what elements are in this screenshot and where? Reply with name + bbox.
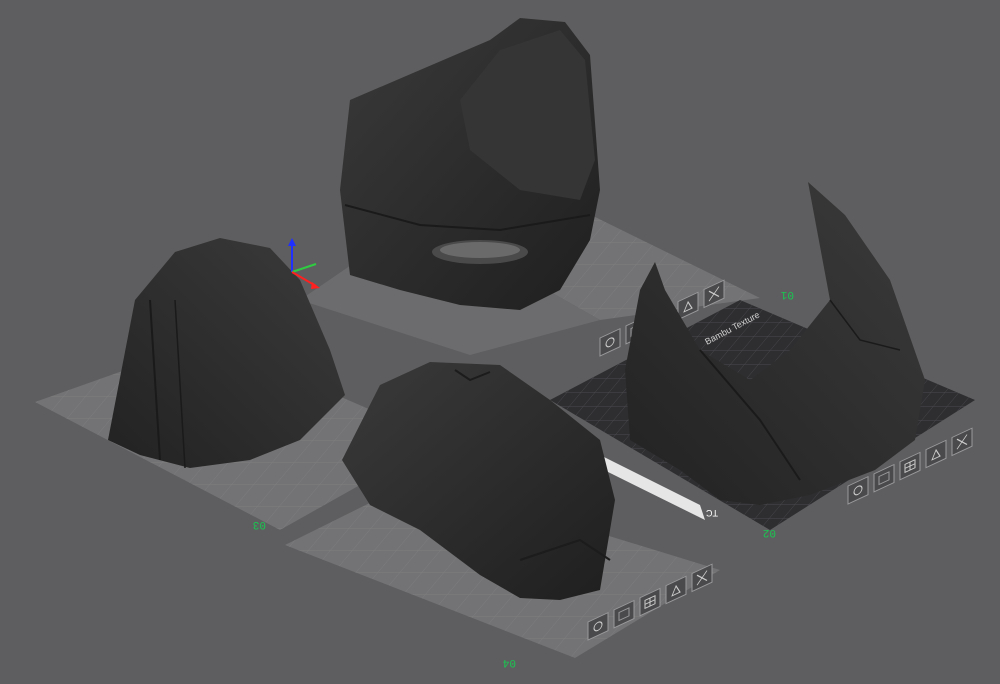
plate02-badge: TC	[706, 508, 718, 518]
grid-button[interactable]	[899, 451, 921, 481]
plate-label-02: 02	[763, 526, 776, 538]
plate-label-01: 01	[780, 288, 794, 300]
camera-button[interactable]	[599, 327, 621, 357]
plate-label-03: 03	[253, 518, 266, 530]
move-button[interactable]	[925, 439, 947, 469]
photo-button[interactable]	[873, 463, 895, 493]
plate-label-04: 04	[502, 656, 516, 668]
close-button[interactable]	[951, 427, 973, 457]
3d-viewport[interactable]: 01 03 04 TC Bambu Texture 02	[0, 0, 1000, 684]
camera-button[interactable]	[847, 475, 869, 505]
model-helmet-top[interactable]	[340, 18, 600, 310]
